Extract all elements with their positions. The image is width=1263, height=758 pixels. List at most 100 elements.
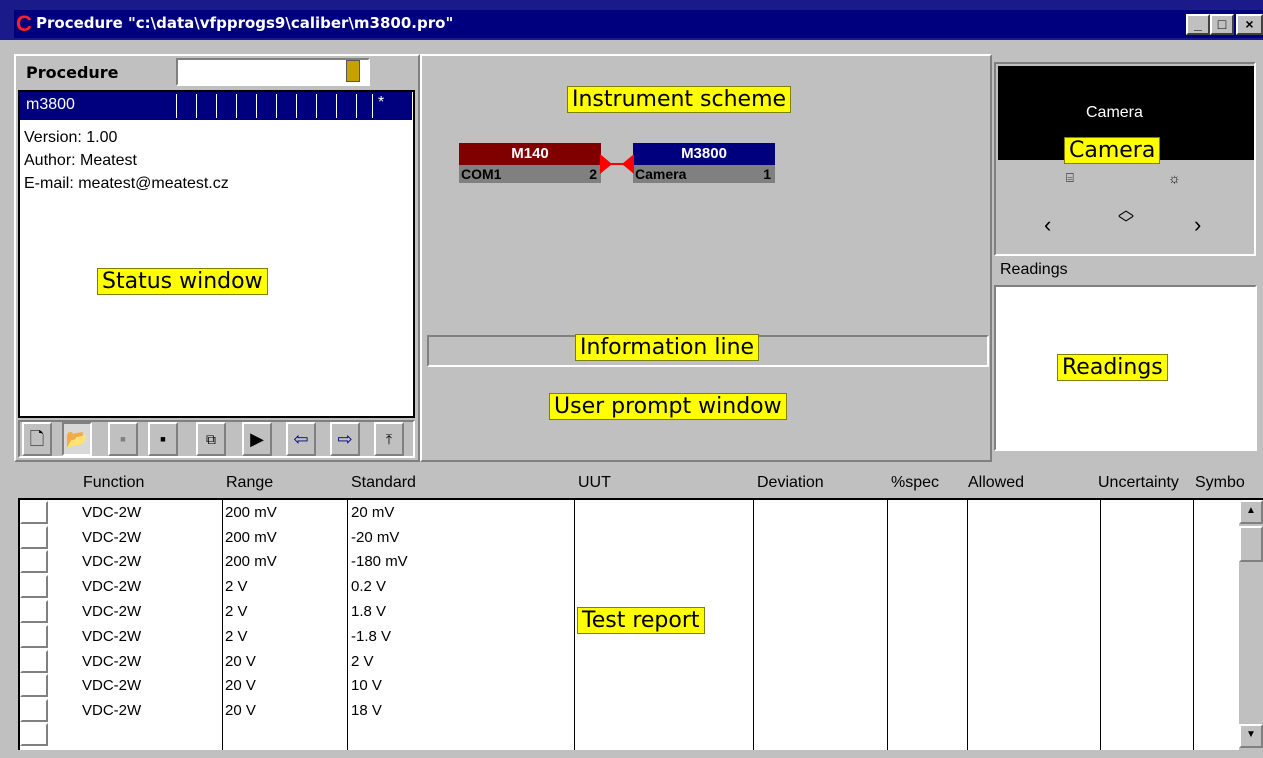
- row-selector[interactable]: [20, 575, 48, 598]
- status-version: Version: 1.00: [24, 129, 118, 146]
- row-selector[interactable]: [20, 674, 48, 697]
- cell-function: VDC-2W: [82, 677, 142, 694]
- row-selector[interactable]: [20, 600, 48, 623]
- col-header-standard[interactable]: Standard: [351, 474, 416, 492]
- scroll-up-arrow-icon[interactable]: ▲: [1239, 500, 1263, 524]
- cell-range: 200 mV: [225, 504, 277, 521]
- folder-up-icon[interactable]: ⤒: [374, 422, 404, 456]
- cell-range: 200 mV: [225, 529, 277, 546]
- cell-standard: 2 V: [351, 653, 374, 670]
- row-selector[interactable]: [20, 526, 48, 549]
- cell-range: 2 V: [225, 628, 248, 645]
- cell-range: 2 V: [225, 603, 248, 620]
- row-selector[interactable]: [20, 699, 48, 722]
- col-header-uncertainty[interactable]: Uncertainty: [1098, 474, 1179, 492]
- cell-divider: [256, 94, 257, 118]
- instrument-m140-port: COM1 2: [459, 165, 601, 183]
- cell-divider: [236, 94, 237, 118]
- status-window-callout: Status window: [97, 268, 268, 295]
- save-disabled-icon[interactable]: ▪: [108, 422, 138, 456]
- import-icon[interactable]: ⇦: [286, 422, 316, 456]
- procedure-label: Procedure: [26, 63, 119, 82]
- cell-function: VDC-2W: [82, 578, 142, 595]
- cell-function: VDC-2W: [82, 529, 142, 546]
- procedure-browse-icon[interactable]: [346, 60, 360, 82]
- instrument-m3800-port: Camera 1: [633, 165, 775, 183]
- close-button[interactable]: ×: [1236, 14, 1263, 35]
- instrument-m140[interactable]: M140: [459, 143, 601, 165]
- test-report-callout: Test report: [577, 607, 705, 634]
- new-file-icon[interactable]: 🗋: [22, 422, 52, 456]
- col-header-uut[interactable]: UUT: [578, 474, 611, 492]
- cell-function: VDC-2W: [82, 504, 142, 521]
- scroll-thumb[interactable]: [1239, 526, 1263, 562]
- cell-function: VDC-2W: [82, 702, 142, 719]
- col-header-range[interactable]: Range: [226, 474, 273, 492]
- col-header-spec[interactable]: %spec: [891, 474, 939, 492]
- camera-left-arrow-icon[interactable]: ‹: [1044, 212, 1051, 238]
- camera-light-icon[interactable]: ☼: [1168, 170, 1181, 186]
- col-divider: [967, 500, 968, 750]
- status-email: E-mail: meatest@meatest.cz: [24, 175, 229, 192]
- export-icon[interactable]: ⇨: [330, 422, 360, 456]
- camera-up-down-icon[interactable]: ︿ ﹀: [1118, 203, 1134, 233]
- cell-divider: [296, 94, 297, 118]
- maximize-button[interactable]: □: [1210, 14, 1234, 35]
- procedure-search-input[interactable]: [176, 58, 370, 86]
- row-selector[interactable]: [20, 723, 48, 746]
- col-divider: [347, 500, 348, 750]
- camera-view-label: Camera: [1086, 104, 1143, 121]
- cell-standard: -1.8 V: [351, 628, 392, 645]
- instrument-m140-port-name: COM1: [461, 166, 502, 182]
- row-selector[interactable]: [20, 501, 48, 524]
- user-prompt-callout: User prompt window: [549, 393, 787, 420]
- procedure-row-name: m3800: [26, 96, 75, 113]
- cell-standard: 0.2 V: [351, 578, 387, 595]
- copy-icon[interactable]: ⧉: [196, 422, 226, 456]
- cell-divider: [336, 94, 337, 118]
- instrument-scheme-callout: Instrument scheme: [567, 86, 792, 113]
- cell-standard: 1.8 V: [351, 603, 387, 620]
- cell-range: 20 V: [225, 677, 256, 694]
- instrument-m3800-port-num: 1: [763, 166, 771, 182]
- cell-function: VDC-2W: [82, 603, 142, 620]
- save-as-icon[interactable]: ▪: [148, 422, 178, 456]
- col-header-symbol[interactable]: Symbo: [1195, 474, 1261, 492]
- instrument-m3800-port-name: Camera: [635, 166, 687, 182]
- cell-range: 2 V: [225, 578, 248, 595]
- minimize-button[interactable]: _: [1186, 14, 1210, 35]
- camera-right-arrow-icon[interactable]: ›: [1194, 212, 1201, 238]
- app-logo-icon: C: [16, 11, 32, 36]
- instrument-connection-icon: [600, 154, 634, 174]
- cell-standard: -180 mV: [351, 553, 408, 570]
- row-selector[interactable]: [20, 550, 48, 573]
- col-header-deviation[interactable]: Deviation: [757, 474, 824, 492]
- cell-standard: 10 V: [351, 677, 382, 694]
- cell-standard: -20 mV: [351, 529, 400, 546]
- row-selector[interactable]: [20, 650, 48, 673]
- instrument-m140-port-num: 2: [589, 166, 597, 182]
- col-divider: [1100, 500, 1101, 750]
- procedure-row[interactable]: m3800 *: [20, 92, 412, 120]
- cell-standard: 18 V: [351, 702, 382, 719]
- cell-range: 20 V: [225, 653, 256, 670]
- play-icon[interactable]: ▶: [242, 422, 272, 456]
- camera-monitor-icon[interactable]: ⌸: [1066, 170, 1074, 186]
- cell-divider: [176, 94, 177, 118]
- readings-label: Readings: [1000, 261, 1068, 278]
- cell-function: VDC-2W: [82, 653, 142, 670]
- cell-range: 20 V: [225, 702, 256, 719]
- col-divider: [574, 500, 575, 750]
- instrument-m3800[interactable]: M3800: [633, 143, 775, 165]
- col-header-function[interactable]: Function: [83, 474, 144, 492]
- col-header-allowed[interactable]: Allowed: [968, 474, 1024, 492]
- cell-function: VDC-2W: [82, 553, 142, 570]
- cell-divider: [372, 94, 373, 118]
- row-selector[interactable]: [20, 625, 48, 648]
- cell-divider: [316, 94, 317, 118]
- scroll-down-arrow-icon[interactable]: ▼: [1239, 724, 1263, 748]
- cell-function: VDC-2W: [82, 628, 142, 645]
- cell-standard: 20 mV: [351, 504, 395, 521]
- open-folder-icon[interactable]: 📂: [62, 422, 92, 456]
- readings-callout: Readings: [1057, 354, 1168, 381]
